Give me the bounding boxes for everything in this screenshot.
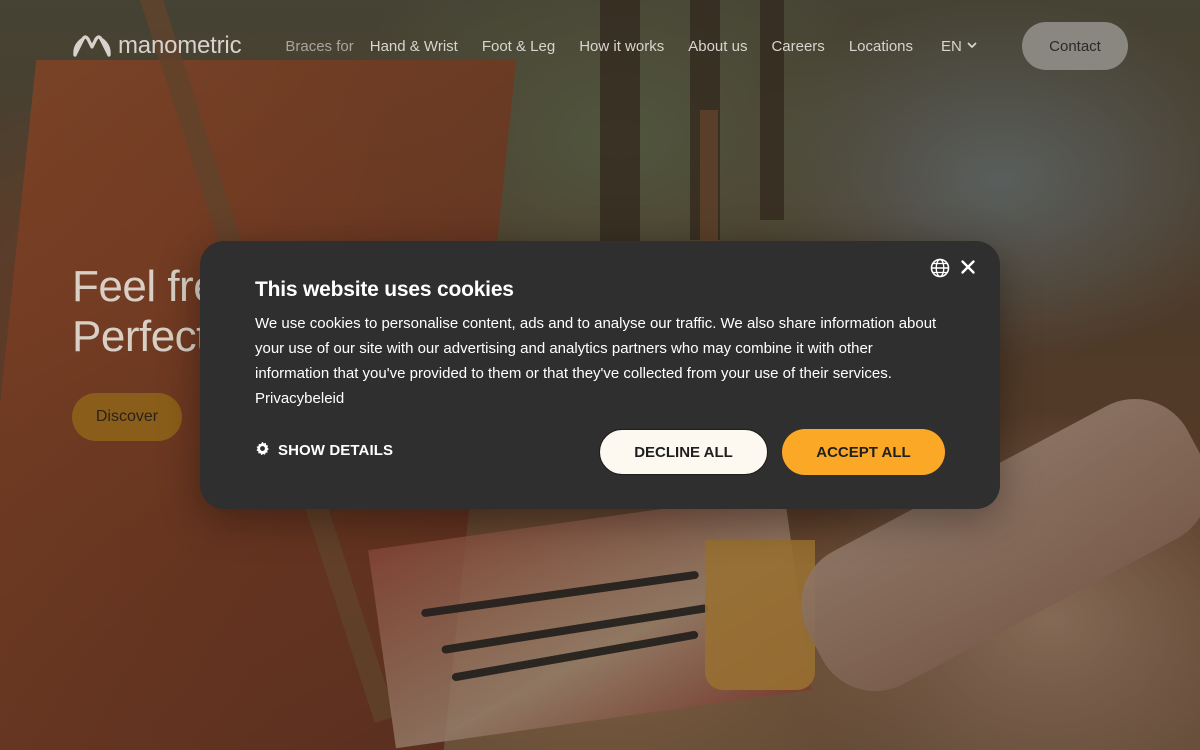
hero-title: Feel fre Perfect xyxy=(72,262,218,362)
infinity-loop-icon xyxy=(72,33,112,59)
contact-button[interactable]: Contact xyxy=(1022,22,1128,70)
language-selector[interactable]: EN xyxy=(941,38,978,55)
nav-item-braces-for[interactable]: Braces for xyxy=(285,38,353,55)
nav-item-how-it-works[interactable]: How it works xyxy=(579,38,664,55)
site-header: manometric Braces for Hand & Wrist Foot … xyxy=(0,0,1200,92)
brand-logo[interactable]: manometric xyxy=(72,32,242,60)
decline-all-button[interactable]: DECLINE ALL xyxy=(599,429,768,475)
cookie-dialog-body: We use cookies to personalise content, a… xyxy=(255,311,945,411)
language-label: EN xyxy=(941,37,962,55)
brand-name: manometric xyxy=(118,32,242,59)
show-details-toggle[interactable]: SHOW DETAILS xyxy=(255,441,393,460)
chevron-down-icon xyxy=(966,38,978,55)
nav-item-hand-wrist[interactable]: Hand & Wrist xyxy=(370,38,458,55)
nav-item-foot-leg[interactable]: Foot & Leg xyxy=(482,38,555,55)
accept-all-button[interactable]: ACCEPT ALL xyxy=(782,429,945,475)
gear-icon xyxy=(255,441,270,460)
nav-item-locations[interactable]: Locations xyxy=(849,38,913,55)
main-nav: Braces for Hand & Wrist Foot & Leg How i… xyxy=(285,38,978,55)
cookie-dialog-description: We use cookies to personalise content, a… xyxy=(255,315,937,382)
hero-title-line-2: Perfect xyxy=(72,312,208,361)
privacy-policy-link[interactable]: Privacybeleid xyxy=(255,386,945,411)
hero-title-line-1: Feel fre xyxy=(72,262,218,311)
globe-icon[interactable] xyxy=(930,258,950,278)
discover-button[interactable]: Discover xyxy=(72,393,182,441)
nav-item-careers[interactable]: Careers xyxy=(771,38,824,55)
cookie-dialog-title: This website uses cookies xyxy=(255,278,514,301)
show-details-label: SHOW DETAILS xyxy=(278,442,394,459)
close-icon[interactable] xyxy=(958,257,978,277)
cookie-consent-dialog: This website uses cookies We use cookies… xyxy=(200,241,1000,509)
nav-item-about-us[interactable]: About us xyxy=(688,38,747,55)
